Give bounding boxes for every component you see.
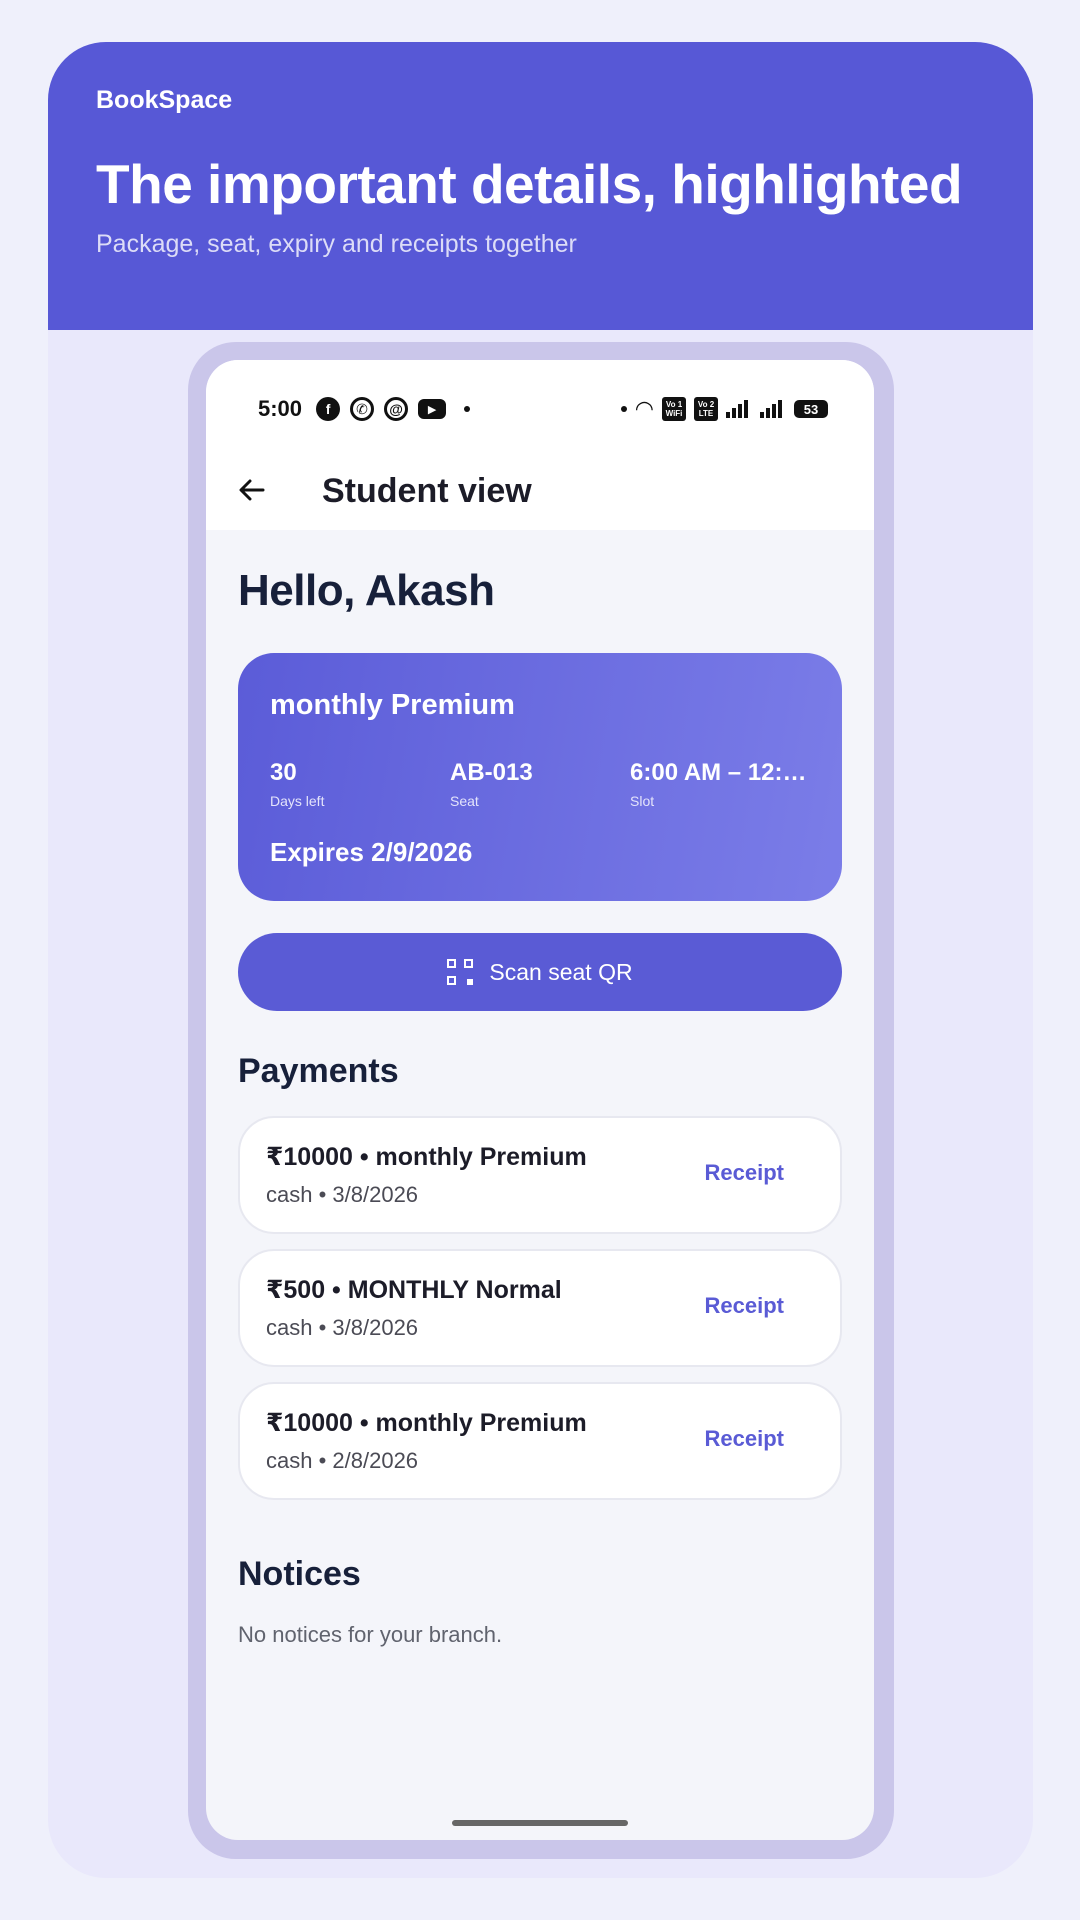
notification-dot-icon xyxy=(464,406,471,412)
payment-row: ₹500 • MONTHLY Normal cash • 3/8/2026 Re… xyxy=(238,1249,842,1367)
receipt-button[interactable]: Receipt xyxy=(705,1160,784,1186)
volte-wifi-icon: Vo 1 WiFi xyxy=(662,397,686,421)
seat-value: AB-013 xyxy=(450,759,533,786)
package-card: monthly Premium 30 Days left AB-013 Seat… xyxy=(238,653,842,901)
payment-row: ₹10000 • monthly Premium cash • 3/8/2026… xyxy=(238,1116,842,1234)
slot-label: Slot xyxy=(630,793,655,809)
phone-screen: 5:00 f ✆ @ ▶ ◠ Vo 1 WiFi Vo 2 LTE 53 Stu… xyxy=(206,360,874,1840)
app-bar: Student view xyxy=(206,460,874,530)
threads-icon: @ xyxy=(384,397,409,421)
status-bar: 5:00 f ✆ @ ▶ ◠ Vo 1 WiFi Vo 2 LTE 53 xyxy=(258,386,828,432)
hero-banner: BookSpace The important details, highlig… xyxy=(48,42,1033,330)
youtube-icon: ▶ xyxy=(418,399,447,419)
slot-value: 6:00 AM – 12:… xyxy=(630,759,807,786)
package-name: monthly Premium xyxy=(270,689,515,721)
back-button[interactable] xyxy=(230,468,274,512)
scan-button-label: Scan seat QR xyxy=(489,958,633,985)
days-left-label: Days left xyxy=(270,793,325,809)
headline: The important details, highlighted xyxy=(96,153,963,215)
days-left-stat: 30 Days left xyxy=(270,759,324,809)
top-area: 5:00 f ✆ @ ▶ ◠ Vo 1 WiFi Vo 2 LTE 53 Stu… xyxy=(206,360,874,530)
seat-label: Seat xyxy=(450,793,479,809)
notification-dot-icon xyxy=(620,406,627,412)
qr-scan-icon xyxy=(447,959,474,985)
receipt-button[interactable]: Receipt xyxy=(705,1293,784,1319)
whatsapp-icon: ✆ xyxy=(350,397,375,421)
payment-title: ₹500 • MONTHLY Normal xyxy=(266,1276,562,1304)
payment-title: ₹10000 • monthly Premium xyxy=(266,1143,587,1171)
seat-stat: AB-013 Seat xyxy=(450,759,533,809)
notices-title: Notices xyxy=(238,1555,361,1593)
brand-name: BookSpace xyxy=(96,86,233,114)
payment-detail: cash • 3/8/2026 xyxy=(266,1182,419,1207)
payments-title: Payments xyxy=(238,1052,399,1090)
arrow-left-icon xyxy=(239,479,265,501)
home-indicator[interactable] xyxy=(452,1820,628,1826)
days-left-value: 30 xyxy=(270,759,297,786)
payment-detail: cash • 3/8/2026 xyxy=(266,1315,419,1340)
subheadline: Package, seat, expiry and receipts toget… xyxy=(96,230,577,258)
payment-row: ₹10000 • monthly Premium cash • 2/8/2026… xyxy=(238,1382,842,1500)
slot-stat: 6:00 AM – 12:… Slot xyxy=(630,759,807,809)
battery-icon: 53 xyxy=(794,400,828,418)
facebook-icon: f xyxy=(316,397,341,421)
receipt-button[interactable]: Receipt xyxy=(705,1426,784,1452)
payment-title: ₹10000 • monthly Premium xyxy=(266,1409,587,1437)
notices-empty-message: No notices for your branch. xyxy=(238,1622,503,1647)
wifi-icon: ◠ xyxy=(634,396,654,421)
expiry-date: Expires 2/9/2026 xyxy=(270,837,473,867)
page-title: Student view xyxy=(322,472,532,510)
status-time: 5:00 xyxy=(258,396,303,421)
signal-icon xyxy=(760,400,784,418)
payment-detail: cash • 2/8/2026 xyxy=(266,1448,419,1473)
scan-seat-qr-button[interactable]: Scan seat QR xyxy=(238,933,842,1011)
greeting: Hello, Akash xyxy=(238,566,495,615)
volte-lte-icon: Vo 2 LTE xyxy=(694,397,718,421)
signal-icon xyxy=(726,400,750,418)
